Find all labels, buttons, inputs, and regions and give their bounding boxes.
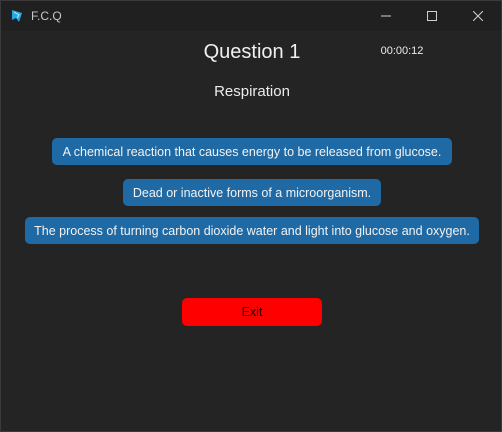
- maximize-button[interactable]: [409, 1, 455, 31]
- question-title: Question 1: [203, 41, 301, 63]
- feather-icon: [10, 9, 24, 23]
- exit-button[interactable]: Exit: [182, 298, 322, 326]
- answer-button-2[interactable]: Dead or inactive forms of a microorganis…: [123, 179, 381, 206]
- timer-readout: 00:00:12: [380, 45, 424, 57]
- minimize-button[interactable]: [363, 1, 409, 31]
- window-title: F.C.Q: [31, 9, 62, 23]
- quiz-panel: Question 1 00:00:12 Respiration A chemic…: [1, 31, 501, 431]
- topic-label: Respiration: [214, 83, 290, 100]
- close-icon: [473, 11, 483, 21]
- minimize-icon: [381, 15, 391, 17]
- title-bar[interactable]: F.C.Q: [1, 1, 501, 31]
- answer-button-3[interactable]: The process of turning carbon dioxide wa…: [25, 217, 479, 244]
- app-window: F.C.Q Question 1 00:00:12 Respiration A …: [0, 0, 502, 432]
- close-button[interactable]: [455, 1, 501, 31]
- maximize-icon: [427, 11, 437, 21]
- answer-button-1[interactable]: A chemical reaction that causes energy t…: [52, 138, 452, 165]
